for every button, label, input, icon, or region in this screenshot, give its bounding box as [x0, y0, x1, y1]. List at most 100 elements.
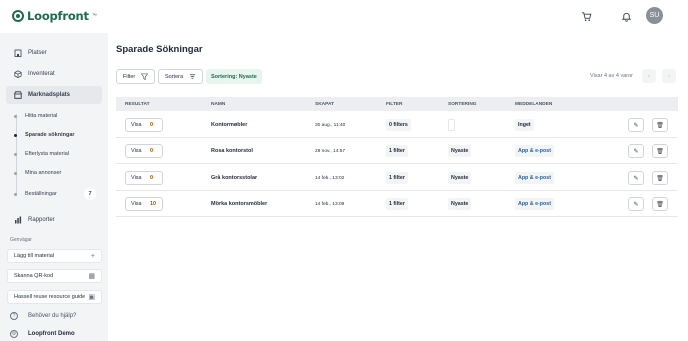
created-date: 14 feb., 13:02 — [315, 175, 345, 181]
sidebar-item-inventerat[interactable]: Inventerat — [6, 65, 102, 83]
pencil-icon: ✎ — [633, 175, 639, 182]
sidebar-subitem-efterlysta-material[interactable]: Efterlysta material — [10, 147, 102, 161]
filter-chip[interactable]: 1 filter — [386, 198, 408, 210]
show-results-button[interactable]: Visa 0 — [125, 118, 163, 132]
shortcut-label: Hassell reuse resource guide — [14, 294, 86, 300]
result-count: Visar 4 av 4 varor — [590, 73, 634, 79]
shortcuts-title: Genvägar — [10, 237, 32, 243]
org-label: Loopfront Demo — [28, 331, 75, 337]
show-results-button[interactable]: Visa 0 — [125, 171, 163, 185]
logo-trademark: ™ — [91, 13, 97, 19]
show-results-button[interactable]: Visa 10 — [125, 197, 163, 211]
notification-chip[interactable]: App & e-post — [515, 198, 554, 210]
sort-chip: Nyaste — [448, 198, 472, 210]
logo[interactable]: Loopfront ™ — [12, 9, 97, 23]
filter-button[interactable]: Filter — [116, 69, 156, 84]
logo-text: Loopfront — [27, 9, 89, 23]
subitem-label: Hitta material — [25, 113, 58, 119]
col-header-name: NAMN — [211, 102, 226, 107]
delete-button[interactable]: 🗑 — [652, 144, 668, 158]
sort-icon — [189, 74, 196, 79]
trash-icon: 🗑 — [656, 122, 664, 129]
search-name: Mörka kontorsmöbler — [211, 201, 268, 207]
sort-button[interactable]: Sortera — [158, 69, 204, 84]
org-switcher[interactable]: ⚙ Loopfront Demo — [10, 328, 75, 340]
sidebar-item-marknadsplats[interactable]: Marknadsplats — [6, 86, 102, 104]
table-row[interactable]: Visa 10 Mörka kontorsmöbler 14 feb., 13:… — [116, 191, 678, 217]
sidebar-item-label: Marknadsplats — [28, 92, 71, 98]
trash-icon: 🗑 — [656, 201, 664, 208]
sidebar-subitem-bestallningar[interactable]: Beställningar 7 — [10, 187, 102, 201]
filter-chip[interactable]: 1 filter — [386, 145, 408, 157]
sidebar-item-label: Rapporter — [28, 217, 55, 223]
help-label: Behöver du hjälp? — [28, 313, 77, 319]
table-header: RESULTAT NAMN SKAPAT FILTER SORTERING ME… — [116, 97, 678, 111]
delete-button[interactable]: 🗑 — [652, 171, 668, 185]
sort-chip — [448, 119, 455, 131]
result-count-value: 0 — [150, 175, 154, 181]
sidebar-item-rapporter[interactable]: Rapporter — [6, 211, 102, 229]
filter-label: Filter — [123, 73, 136, 80]
notification-chip[interactable]: App & e-post — [515, 172, 554, 184]
edit-button[interactable]: ✎ — [628, 118, 644, 132]
bell-icon[interactable] — [619, 9, 633, 23]
sidebar-subitem-mina-annonser[interactable]: Mina annonser — [10, 166, 102, 180]
chart-icon — [15, 216, 22, 224]
sort-label: Sortera — [165, 73, 184, 80]
search-name: Grå kontorsstolar — [211, 175, 258, 181]
chevron-left-icon: ‹ — [647, 72, 651, 80]
edit-button[interactable]: ✎ — [628, 197, 644, 211]
box-icon — [14, 70, 22, 78]
col-header-sort: SORTERING — [448, 102, 477, 107]
show-label: Visa — [131, 148, 142, 154]
sidebar-subitem-sparade-sokningar[interactable]: Sparade sökningar — [10, 128, 102, 142]
prev-page-button[interactable]: ‹ — [642, 69, 656, 83]
filter-chip[interactable]: 1 filter — [386, 172, 408, 184]
bullet-icon — [14, 171, 17, 175]
sidebar-item-platser[interactable]: Platser — [6, 44, 102, 62]
trash-icon: 🗑 — [656, 148, 664, 155]
shortcut-resource-guide-button[interactable]: Hassell reuse resource guide ▣ — [7, 290, 102, 304]
col-header-filter: FILTER — [386, 102, 403, 107]
shortcut-label: Skanna QR-kod — [14, 273, 54, 279]
subitem-label: Mina annonser — [25, 170, 62, 176]
result-count-value: 0 — [150, 148, 154, 154]
edit-button[interactable]: ✎ — [628, 171, 644, 185]
created-date: 14 feb., 13:09 — [315, 201, 345, 207]
edit-button[interactable]: ✎ — [628, 144, 644, 158]
gear-icon: ⚙ — [10, 330, 18, 338]
notification-chip[interactable]: App & e-post — [515, 145, 554, 157]
sidebar-subitem-hitta-material[interactable]: Hitta material — [10, 109, 102, 123]
subitem-label: Sparade sökningar — [25, 132, 75, 138]
sort-chip: Nyaste — [448, 145, 472, 157]
help-link[interactable]: ? Behöver du hjälp? — [10, 310, 76, 322]
book-icon: ▣ — [88, 294, 95, 301]
orders-count-badge: 7 — [84, 188, 96, 200]
notification-chip[interactable]: Inget — [515, 119, 534, 131]
next-page-button[interactable]: › — [662, 69, 676, 83]
show-label: Visa — [131, 201, 142, 207]
page-title: Sparade Sökningar — [116, 44, 203, 55]
show-results-button[interactable]: Visa 0 — [125, 144, 163, 158]
table-row[interactable]: Visa 0 Rosa kontorstol 28 nov., 14:57 1 … — [116, 138, 678, 164]
table-row[interactable]: Visa 0 Grå kontorsstolar 14 feb., 13:02 … — [116, 165, 678, 191]
col-header-created: SKAPAT — [315, 102, 335, 107]
show-label: Visa — [131, 122, 142, 128]
shortcut-label: Lägg till material — [14, 253, 55, 259]
avatar[interactable]: SU — [646, 7, 663, 24]
cart-icon[interactable] — [579, 9, 593, 23]
created-date: 28 nov., 14:57 — [315, 148, 346, 154]
result-count-value: 10 — [150, 201, 157, 207]
shortcut-scan-qr-button[interactable]: Skanna QR-kod ▦ — [7, 269, 102, 283]
shortcut-add-material-button[interactable]: Lägg till material + — [7, 249, 102, 263]
funnel-icon — [141, 73, 149, 80]
delete-button[interactable]: 🗑 — [652, 118, 668, 132]
sidebar: Platser Inventerat Marknadsplats Hitta m… — [0, 33, 108, 341]
filter-chip[interactable]: 0 filters — [386, 119, 411, 131]
search-name: Kontormøbler — [211, 122, 248, 128]
sort-status-badge: Sortering: Nyaste — [206, 69, 262, 84]
top-bar: Loopfront ™ SU — [0, 0, 688, 33]
table-row[interactable]: Visa 0 Kontormøbler 30 aug., 11:40 0 fil… — [116, 112, 678, 138]
delete-button[interactable]: 🗑 — [652, 197, 668, 211]
store-icon — [14, 91, 22, 99]
